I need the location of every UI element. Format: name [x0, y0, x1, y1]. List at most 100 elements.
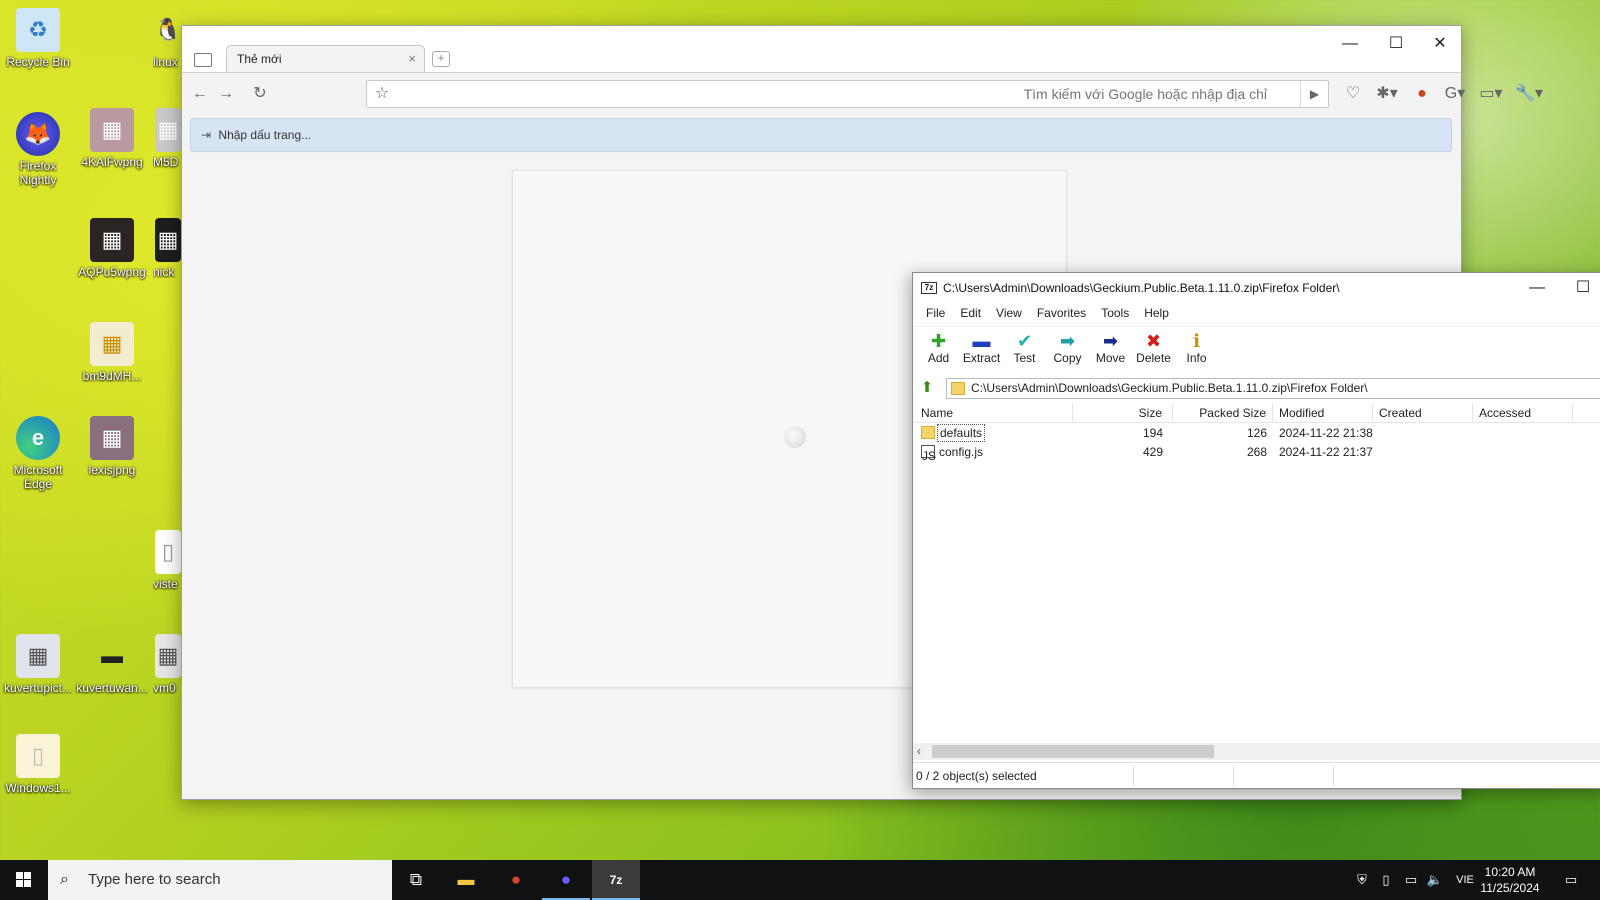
info-button-label: Info: [1186, 351, 1207, 365]
column-packed-size[interactable]: Packed Size: [1173, 403, 1273, 423]
column-accessed[interactable]: Accessed: [1473, 403, 1573, 423]
column-size[interactable]: Size: [1073, 403, 1173, 423]
clock-date: 11/25/2024: [1480, 881, 1540, 895]
address-input[interactable]: [557, 81, 1277, 107]
desktop-icon-windows[interactable]: ▯ Windows1...: [0, 734, 76, 795]
taskbar-search-box[interactable]: ⌕ Type here to search: [48, 860, 392, 900]
desktop-icon-label: M5D: [153, 155, 179, 169]
close-button[interactable]: ✕: [1420, 32, 1460, 56]
status-divider: [1133, 766, 1134, 786]
forward-icon[interactable]: →: [214, 82, 238, 106]
status-bar: 0 / 2 object(s) selected: [913, 762, 1600, 789]
sevenzip-taskbar-icon[interactable]: 7z: [592, 860, 640, 900]
tab-new-tab[interactable]: Thẻ mới ×: [226, 45, 425, 72]
minimize-button[interactable]: —: [1517, 276, 1557, 300]
address-bar[interactable]: ☆ ▶: [366, 80, 1329, 108]
column-created[interactable]: Created: [1373, 403, 1473, 423]
copy-button[interactable]: ➡ Copy: [1046, 327, 1089, 372]
new-tab-button[interactable]: +: [432, 51, 450, 67]
arrow-right-icon: ➡: [1102, 331, 1119, 351]
tab-overview-icon[interactable]: [194, 53, 212, 67]
desktop-icon-kuvertuwan[interactable]: ▬ kuvertuwan...: [74, 634, 150, 696]
desktop-icon-lexisjpng[interactable]: ▦ lexisjpng: [74, 416, 150, 477]
linux-icon: 🐧: [154, 17, 182, 42]
desktop-icon-nick[interactable]: ▦ nick: [153, 218, 183, 279]
column-modified[interactable]: Modified: [1273, 403, 1373, 423]
menu-edit[interactable]: Edit: [953, 303, 989, 325]
reload-icon[interactable]: ↻: [248, 82, 272, 106]
menu-file[interactable]: File: [919, 303, 953, 325]
desktop-icon-recycle-bin[interactable]: ♻ Recycle Bin: [0, 8, 76, 69]
folder-icon: [921, 426, 935, 439]
move-button[interactable]: ➡ Move: [1089, 327, 1132, 372]
google-icon[interactable]: G▾: [1440, 82, 1470, 106]
status-divider: [1333, 766, 1334, 786]
network-icon[interactable]: ▭: [1400, 860, 1422, 900]
menu-tools[interactable]: Tools: [1094, 303, 1137, 325]
defender-icon[interactable]: ⛨: [1352, 860, 1372, 900]
test-button[interactable]: ✔ Test: [1003, 327, 1046, 372]
import-bookmarks-link[interactable]: Nhập dấu trang...: [218, 128, 311, 142]
bookmarks-bar: ⇥ Nhập dấu trang...: [190, 118, 1452, 152]
desktop-icon-linux[interactable]: 🐧 linux: [153, 8, 183, 70]
desktop-icon-label: Microsoft Edge: [13, 463, 63, 491]
desktop-icon-firefox-nightly[interactable]: 🦊 Firefox Nightly: [0, 112, 76, 187]
start-button[interactable]: [0, 860, 48, 900]
sevenzip-title: C:\Users\Admin\Downloads\Geckium.Public.…: [943, 281, 1340, 295]
sevenzip-toolbar: ✚ Add ▬ Extract ✔ Test ➡ Copy ➡ Move ✖ D…: [913, 326, 1600, 372]
path-field[interactable]: C:\Users\Admin\Downloads\Geckium.Public.…: [946, 378, 1600, 399]
image-file-icon: ▦: [90, 108, 134, 152]
table-row[interactable]: JS config.js 429 268 2024-11-22 21:37: [913, 442, 1600, 463]
file-modified: 2024-11-22 21:38: [1279, 426, 1373, 440]
menu-view[interactable]: View: [989, 303, 1030, 325]
volume-muted-icon[interactable]: 🔈: [1424, 860, 1446, 900]
usb-icon[interactable]: ▯: [1376, 860, 1396, 900]
table-row[interactable]: defaults 194 126 2024-11-22 21:38: [913, 423, 1600, 442]
windows-logo-icon: [24, 872, 31, 879]
horizontal-scrollbar[interactable]: ‹: [913, 743, 1600, 760]
desktop-icon-aqpu5wpng[interactable]: ▦ AQPu5wpng: [74, 218, 150, 279]
scrollbar-thumb[interactable]: [932, 745, 1214, 758]
desktop-icon-kuvertupict[interactable]: ▦ kuvertupict...: [0, 634, 76, 695]
recycle-bin-icon: ♻: [16, 8, 60, 52]
maximize-button[interactable]: ☐: [1376, 32, 1416, 56]
desktop-icon-4kalfwpng[interactable]: ▦ 4KAlFwpng: [74, 108, 150, 169]
column-name[interactable]: Name: [913, 403, 1073, 423]
search-icon: ⌕: [60, 871, 69, 888]
maximize-button[interactable]: ☐: [1563, 276, 1600, 300]
notifications-icon[interactable]: ▭: [1556, 860, 1586, 900]
desktop-icon-microsoft-edge[interactable]: e Microsoft Edge: [0, 416, 76, 491]
info-button[interactable]: ℹ Info: [1175, 327, 1218, 372]
minimize-button[interactable]: —: [1330, 32, 1370, 56]
back-icon[interactable]: ←: [188, 82, 212, 106]
desktop-icon-m5d[interactable]: ▦ M5D: [153, 108, 183, 169]
extract-button[interactable]: ▬ Extract: [960, 327, 1003, 372]
up-folder-icon[interactable]: ⬆: [918, 379, 936, 397]
page-menu-icon[interactable]: ▭▾: [1476, 82, 1506, 106]
chrome-icon[interactable]: ●: [1410, 82, 1434, 106]
windows-logo-icon: [16, 880, 23, 887]
extensions-icon[interactable]: ✱▾: [1372, 82, 1402, 106]
desktop-icon-vm0[interactable]: ▦ vm0: [153, 634, 183, 695]
tab-close-icon[interactable]: ×: [408, 51, 416, 66]
wrench-menu-icon[interactable]: 🔧▾: [1514, 82, 1544, 106]
pocket-icon[interactable]: ♡: [1341, 82, 1365, 106]
bookmark-star-icon[interactable]: ☆: [367, 81, 397, 107]
go-arrow-icon[interactable]: ▶: [1300, 81, 1328, 107]
desktop-icon-bm9dmh[interactable]: ▦ bm9dMH...: [74, 322, 150, 383]
menu-favorites[interactable]: Favorites: [1030, 303, 1094, 325]
task-view-icon[interactable]: ⧉: [392, 860, 440, 900]
desktop-icon-viste[interactable]: ▯ viste: [153, 530, 183, 591]
firefox-nightly-taskbar-icon[interactable]: ●: [542, 860, 590, 900]
add-button[interactable]: ✚ Add: [917, 327, 960, 372]
file-explorer-icon[interactable]: ▬: [442, 860, 490, 900]
image-file-icon: ▦: [155, 634, 181, 678]
powerpoint-icon[interactable]: ●: [492, 860, 540, 900]
scroll-left-icon[interactable]: ‹: [917, 743, 921, 760]
edge-icon: e: [16, 416, 60, 460]
delete-button[interactable]: ✖ Delete: [1132, 327, 1175, 372]
loading-spinner-icon: [784, 426, 806, 448]
desktop-icon-label: AQPu5wpng: [78, 265, 146, 279]
menu-help[interactable]: Help: [1137, 303, 1177, 325]
clock[interactable]: 10:20 AM 11/25/2024: [1474, 864, 1546, 896]
